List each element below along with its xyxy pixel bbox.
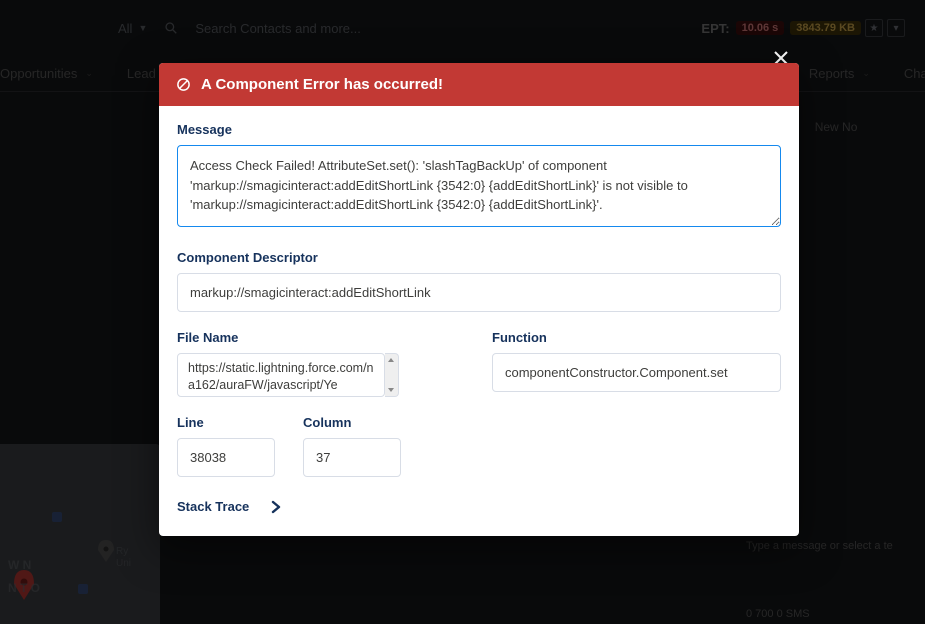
filename-label: File Name: [177, 330, 466, 345]
filename-group: File Name https://static.lightning.force…: [177, 330, 466, 397]
ban-icon: [175, 77, 191, 93]
stack-trace-toggle[interactable]: Stack Trace: [177, 499, 781, 514]
modal-body: Message Component Descriptor markup://sm…: [159, 106, 799, 536]
descriptor-label: Component Descriptor: [177, 250, 781, 265]
descriptor-group: Component Descriptor markup://smagicinte…: [177, 250, 781, 312]
line-group: Line 38038: [177, 415, 275, 477]
line-field[interactable]: 38038: [177, 438, 275, 477]
column-field[interactable]: 37: [303, 438, 401, 477]
line-label: Line: [177, 415, 275, 430]
chevron-right-icon: [271, 500, 281, 514]
descriptor-field[interactable]: markup://smagicinteract:addEditShortLink: [177, 273, 781, 312]
stack-trace-label: Stack Trace: [177, 499, 249, 514]
column-label: Column: [303, 415, 401, 430]
message-textarea[interactable]: [177, 145, 781, 227]
error-modal: A Component Error has occurred! Message …: [159, 63, 799, 536]
modal-header: A Component Error has occurred!: [159, 63, 799, 106]
function-label: Function: [492, 330, 781, 345]
filename-field[interactable]: https://static.lightning.force.com/na162…: [177, 353, 385, 397]
modal-title: A Component Error has occurred!: [201, 76, 443, 93]
column-group: Column 37: [303, 415, 401, 477]
message-label: Message: [177, 122, 781, 137]
function-group: Function componentConstructor.Component.…: [492, 330, 781, 397]
scrollbar-stub[interactable]: [385, 353, 399, 397]
message-group: Message: [177, 122, 781, 232]
function-field[interactable]: componentConstructor.Component.set: [492, 353, 781, 392]
